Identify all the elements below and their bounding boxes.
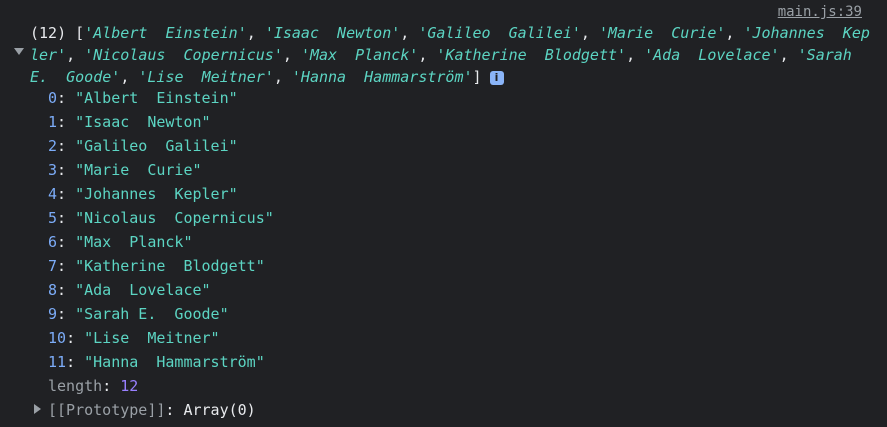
entry-value: "Hanna Hammarström" bbox=[84, 353, 265, 371]
array-entry[interactable]: 4: "Johannes Kepler" bbox=[48, 182, 274, 206]
summary-item: 'Lise Meitner' bbox=[138, 68, 274, 86]
summary-item: 'Katherine Blodgett' bbox=[436, 46, 627, 64]
entry-key: 1 bbox=[48, 113, 58, 131]
colon: : bbox=[57, 281, 76, 299]
colon: : bbox=[57, 233, 76, 251]
array-entry[interactable]: 5: "Nicolaus Copernicus" bbox=[48, 206, 274, 230]
entry-value: "Johannes Kepler" bbox=[75, 185, 238, 203]
array-summary[interactable]: (12) ['Albert Einstein', 'Isaac Newton',… bbox=[30, 22, 872, 88]
comma: , bbox=[400, 24, 419, 42]
entry-value: "Nicolaus Copernicus" bbox=[75, 209, 274, 227]
entry-key: 2 bbox=[48, 137, 58, 155]
length-value: 12 bbox=[120, 377, 139, 395]
entry-key: 10 bbox=[48, 329, 67, 347]
array-entry[interactable]: 3: "Marie Curie" bbox=[48, 158, 274, 182]
array-entry[interactable]: 9: "Sarah E. Goode" bbox=[48, 302, 274, 326]
colon: : bbox=[57, 137, 76, 155]
length-key: length bbox=[48, 377, 103, 395]
summary-item: 'Hanna Hammarström' bbox=[291, 68, 473, 86]
entry-key: 6 bbox=[48, 233, 58, 251]
entry-value: "Ada Lovelace" bbox=[75, 281, 211, 299]
comma: , bbox=[282, 46, 301, 64]
colon: : bbox=[57, 185, 76, 203]
colon: : bbox=[66, 329, 85, 347]
array-entry[interactable]: 11: "Hanna Hammarström" bbox=[48, 350, 274, 374]
entry-key: 11 bbox=[48, 353, 67, 371]
entry-key: 9 bbox=[48, 305, 58, 323]
source-link[interactable]: main.js:39 bbox=[778, 3, 862, 21]
comma: , bbox=[626, 46, 645, 64]
prototype-key: [[Prototype]] bbox=[48, 401, 166, 419]
entry-key: 5 bbox=[48, 209, 58, 227]
colon: : bbox=[57, 161, 76, 179]
comma: , bbox=[273, 68, 292, 86]
array-entry[interactable]: 6: "Max Planck" bbox=[48, 230, 274, 254]
entry-value: "Albert Einstein" bbox=[75, 89, 238, 107]
array-entry[interactable]: 10: "Lise Meitner" bbox=[48, 326, 274, 350]
array-entry[interactable]: 7: "Katherine Blodgett" bbox=[48, 254, 274, 278]
entry-key: 4 bbox=[48, 185, 58, 203]
entry-value: "Marie Curie" bbox=[75, 161, 202, 179]
summary-item: 'Nicolaus Copernicus' bbox=[84, 46, 283, 64]
entry-value: "Sarah E. Goode" bbox=[75, 305, 229, 323]
colon: : bbox=[57, 113, 76, 131]
comma: , bbox=[779, 46, 798, 64]
comma: , bbox=[580, 24, 599, 42]
entry-key: 7 bbox=[48, 257, 58, 275]
entry-key: 0 bbox=[48, 89, 58, 107]
colon: : bbox=[57, 257, 76, 275]
colon: : bbox=[57, 305, 76, 323]
entry-value: "Katherine Blodgett" bbox=[75, 257, 265, 275]
comma: , bbox=[66, 46, 85, 64]
colon: : bbox=[57, 89, 76, 107]
expand-arrow-right-icon[interactable] bbox=[34, 404, 41, 414]
summary-item: 'Galileo Galilei' bbox=[418, 24, 581, 42]
summary-item: 'Albert Einstein' bbox=[84, 24, 247, 42]
summary-item: 'Marie Curie' bbox=[598, 24, 726, 42]
entry-key: 3 bbox=[48, 161, 58, 179]
entry-value: "Max Planck" bbox=[75, 233, 193, 251]
colon: : bbox=[66, 353, 85, 371]
prototype-value: Array(0) bbox=[183, 401, 256, 419]
entry-value: "Isaac Newton" bbox=[75, 113, 211, 131]
colon: : bbox=[102, 377, 121, 395]
colon: : bbox=[57, 209, 76, 227]
array-entry[interactable]: 0: "Albert Einstein" bbox=[48, 86, 274, 110]
comma: , bbox=[120, 68, 139, 86]
expand-arrow-icon[interactable] bbox=[14, 48, 24, 55]
colon: : bbox=[165, 401, 184, 419]
prototype-row[interactable]: [[Prototype]]: Array(0) bbox=[34, 398, 256, 422]
length-property[interactable]: length: 12 bbox=[48, 374, 274, 398]
comma: , bbox=[725, 24, 744, 42]
comma: , bbox=[418, 46, 437, 64]
summary-item: 'Max Planck' bbox=[300, 46, 419, 64]
array-entry[interactable]: 1: "Isaac Newton" bbox=[48, 110, 274, 134]
array-count: (12) bbox=[30, 24, 67, 42]
entry-value: "Galileo Galilei" bbox=[75, 137, 238, 155]
array-entry[interactable]: 8: "Ada Lovelace" bbox=[48, 278, 274, 302]
array-entries: 0: "Albert Einstein" 1: "Isaac Newton" 2… bbox=[48, 86, 274, 398]
summary-item: 'Ada Lovelace' bbox=[644, 46, 780, 64]
close-bracket: ] bbox=[472, 68, 482, 86]
array-entry[interactable]: 2: "Galileo Galilei" bbox=[48, 134, 274, 158]
open-bracket: [ bbox=[75, 24, 85, 42]
info-icon[interactable]: i bbox=[489, 71, 504, 85]
summary-item: 'Isaac Newton' bbox=[264, 24, 401, 42]
entry-value: "Lise Meitner" bbox=[84, 329, 220, 347]
comma: , bbox=[246, 24, 265, 42]
entry-key: 8 bbox=[48, 281, 58, 299]
